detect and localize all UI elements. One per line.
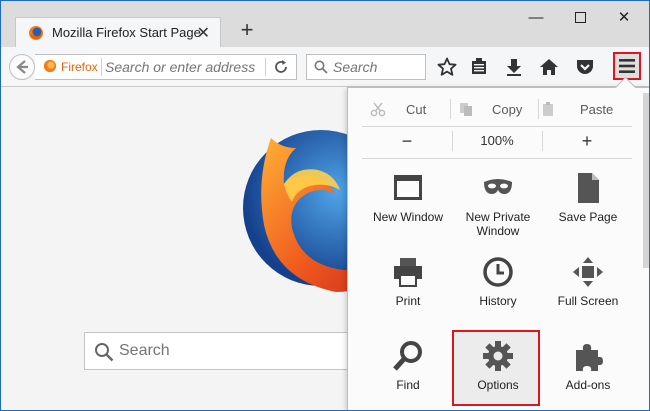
tab-title: Mozilla Firefox Start Page: [52, 25, 201, 40]
cut-label: Cut: [406, 101, 427, 117]
print-button[interactable]: Print: [362, 256, 452, 336]
history-button[interactable]: History: [452, 256, 542, 336]
menu-divider: [362, 158, 632, 159]
full-screen-label: Full Screen: [557, 294, 619, 308]
search-icon: [314, 60, 328, 74]
save-page-label: Save Page: [558, 210, 618, 224]
back-button[interactable]: [9, 54, 35, 80]
hamburger-menu-icon: [619, 59, 635, 73]
zoom-out-button[interactable]: −: [362, 128, 452, 154]
printer-icon: [394, 258, 422, 287]
navigation-toolbar: Firefox: [1, 47, 649, 87]
close-window-button[interactable]: ✕: [609, 7, 639, 29]
url-divider: [101, 58, 102, 76]
browser-window: Mozilla Firefox Start Page ✕ + — ✕ Firef…: [0, 0, 650, 411]
bookmarks-menu-icon[interactable]: [467, 55, 491, 79]
magnifier-icon: [393, 341, 422, 371]
find-label: Find: [396, 378, 420, 392]
copy-label: Copy: [492, 101, 523, 117]
reload-icon[interactable]: [273, 59, 289, 75]
url-input[interactable]: [105, 57, 263, 77]
copy-icon: [460, 103, 472, 116]
edit-controls: Cut Copy Paste: [362, 96, 632, 122]
new-tab-button[interactable]: +: [235, 18, 259, 42]
options-label: Options: [477, 378, 519, 392]
firefox-identity-icon: [43, 59, 57, 73]
new-private-window-button[interactable]: New Private Window: [452, 172, 542, 252]
print-label: Print: [395, 294, 421, 308]
pocket-icon[interactable]: [573, 55, 597, 79]
close-tab-icon[interactable]: ✕: [197, 23, 210, 43]
options-button[interactable]: Options: [452, 340, 542, 410]
open-menu-button[interactable]: [613, 52, 641, 80]
mask-icon: [484, 179, 512, 194]
full-screen-button[interactable]: Full Screen: [542, 256, 632, 336]
search-bar[interactable]: [306, 54, 426, 80]
new-window-label: New Window: [372, 210, 444, 224]
zoom-reset-button[interactable]: 100%: [452, 128, 542, 154]
scissors-icon: [370, 102, 386, 117]
page-search-box[interactable]: [84, 332, 364, 370]
minimize-button[interactable]: —: [521, 7, 551, 29]
page-icon: [578, 173, 599, 203]
add-ons-button[interactable]: Add-ons: [542, 340, 632, 410]
gear-icon: [483, 341, 513, 371]
paste-label: Paste: [580, 101, 614, 117]
edit-divider: [450, 99, 451, 119]
maximize-button[interactable]: [565, 7, 595, 29]
identity-label: Firefox: [61, 60, 98, 74]
main-menu-panel: Cut Copy Paste − 100% + New Window New P…: [347, 76, 649, 410]
page-search-icon: [95, 343, 114, 362]
zoom-in-button[interactable]: +: [542, 128, 632, 154]
paste-button[interactable]: Paste: [540, 96, 613, 122]
bookmark-star-icon[interactable]: [435, 55, 459, 79]
firefox-favicon-icon: [29, 26, 43, 40]
clock-icon: [483, 257, 513, 287]
zoom-controls: − 100% +: [362, 128, 632, 154]
history-label: History: [479, 294, 517, 308]
tab-strip: Mozilla Firefox Start Page ✕ + — ✕: [1, 1, 649, 47]
new-window-button[interactable]: New Window: [362, 172, 452, 252]
copy-button[interactable]: Copy: [458, 96, 522, 122]
panel-scrollbar[interactable]: [643, 93, 649, 268]
reload-divider: [265, 58, 266, 76]
downloads-icon[interactable]: [502, 55, 526, 79]
find-button[interactable]: Find: [362, 340, 452, 410]
cut-button[interactable]: Cut: [370, 96, 426, 122]
edit-divider: [538, 99, 539, 119]
save-page-button[interactable]: Save Page: [542, 172, 632, 252]
back-arrow-icon: [16, 60, 28, 74]
search-input[interactable]: [333, 58, 421, 76]
url-bar[interactable]: Firefox: [35, 54, 297, 80]
clipboard-icon: [543, 102, 553, 116]
add-ons-label: Add-ons: [565, 378, 611, 392]
tab-start-page[interactable]: Mozilla Firefox Start Page ✕: [15, 17, 221, 47]
maximize-icon: [574, 12, 586, 23]
fullscreen-icon: [573, 257, 603, 287]
home-icon[interactable]: [537, 55, 561, 79]
menu-divider: [362, 126, 632, 127]
new-private-window-label: New Private Window: [465, 210, 531, 238]
page-search-input[interactable]: [119, 340, 349, 362]
puzzle-icon: [576, 344, 603, 371]
window-icon: [394, 175, 422, 200]
